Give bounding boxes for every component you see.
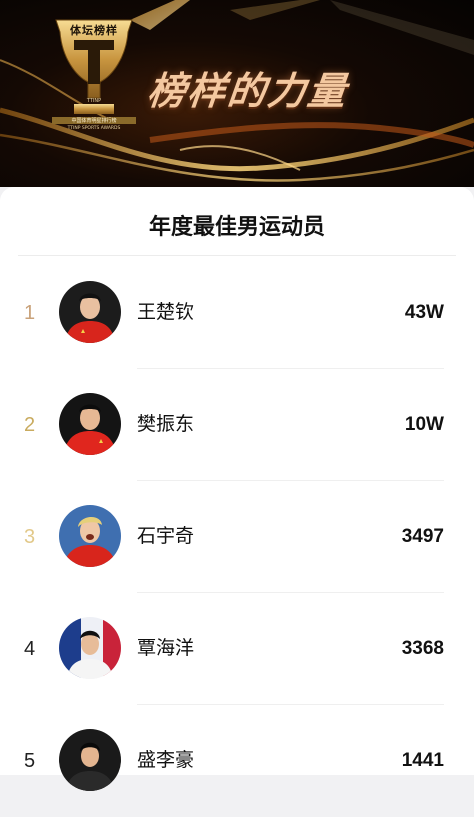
vote-count: 3497 (401, 526, 444, 547)
avatar[interactable] (59, 617, 121, 679)
logo-ttinp: TTINP (86, 98, 102, 104)
ranking-row[interactable]: 5 盛李豪 1441 (0, 705, 474, 817)
athlete-name: 石宇奇 (137, 526, 195, 547)
rank-number: 1 (24, 302, 36, 324)
avatar[interactable] (59, 393, 121, 455)
athlete-name: 覃海洋 (137, 638, 195, 659)
trophy-t-logo-icon: 体坛榜样 TTINP 中国体育明星排行榜 TTINP SPORTS AWARDS (52, 18, 136, 136)
ranking-row[interactable]: 2 樊振东 10W (0, 369, 474, 481)
vote-count: 3368 (401, 638, 444, 659)
logo-text: 体坛榜样 (70, 25, 118, 37)
header-banner: 体坛榜样 TTINP 中国体育明星排行榜 TTINP SPORTS AWARDS… (0, 0, 474, 187)
vote-count: 1441 (401, 750, 444, 771)
ranking-row[interactable]: 3 石宇奇 3497 (0, 481, 474, 593)
rank-number: 5 (24, 750, 36, 772)
rank-number: 2 (24, 414, 36, 436)
athlete-name: 王楚钦 (137, 302, 195, 323)
avatar[interactable] (59, 281, 121, 343)
vote-count: 43W (404, 302, 444, 323)
rank-number: 4 (24, 638, 36, 660)
avatar[interactable] (59, 505, 121, 567)
section-title: 年度最佳男运动员 (148, 214, 325, 239)
rank-number: 3 (24, 526, 36, 548)
athlete-name: 盛李豪 (137, 750, 195, 771)
logo-english-subtitle: TTINP SPORTS AWARDS (67, 126, 121, 131)
ranking-card: 年度最佳男运动员 1 王楚钦 43W 2 樊振东 10W 3 石宇奇 3497 … (0, 187, 474, 791)
ranking-row[interactable]: 4 覃海洋 3368 (0, 593, 474, 705)
divider (18, 255, 456, 256)
ranking-row[interactable]: 1 王楚钦 43W (0, 257, 474, 369)
athlete-name: 樊振东 (137, 414, 195, 435)
avatar[interactable] (59, 729, 121, 791)
vote-count: 10W (404, 414, 444, 435)
banner-title: 榜样的力量 (145, 71, 350, 113)
logo-subtitle: 中国体育明星排行榜 (52, 117, 136, 124)
